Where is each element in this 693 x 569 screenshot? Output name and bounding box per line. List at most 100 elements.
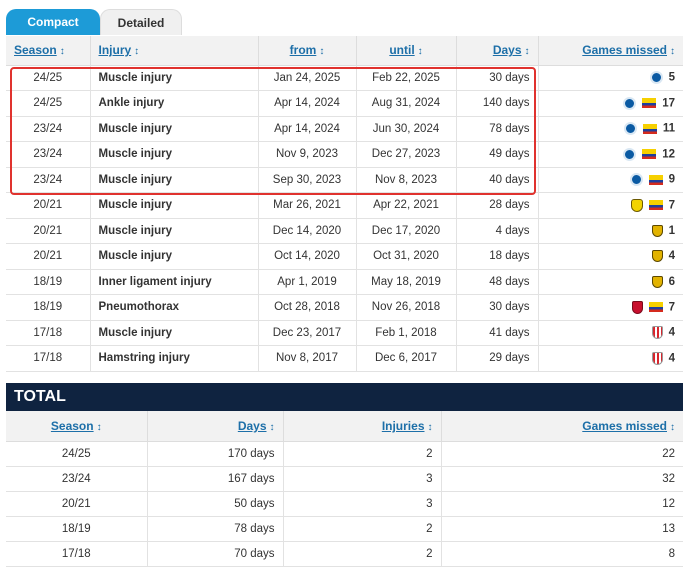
injury-type: Muscle injury xyxy=(90,243,259,270)
villa2-crest-icon[interactable] xyxy=(651,224,663,237)
games-missed-count: 4 xyxy=(668,326,675,339)
brighton-crest-icon[interactable] xyxy=(623,147,637,161)
villarreal-crest-icon[interactable] xyxy=(630,198,643,212)
ecuador-crest-icon[interactable] xyxy=(648,174,663,185)
total-injuries: 2 xyxy=(283,441,442,467)
injury-row: 20/21 Muscle injury Mar 26, 2021 Apr 22, 20… xyxy=(6,192,683,219)
total-injuries: 3 xyxy=(283,466,442,492)
injury-days: 28 days xyxy=(456,192,539,219)
total-section-title: TOTAL xyxy=(6,383,683,411)
injury-until-date: Dec 17, 2020 xyxy=(356,218,457,244)
injury-until-date: May 18, 2019 xyxy=(356,269,457,295)
injury-type: Pneumothorax xyxy=(90,294,259,321)
sort-injury[interactable]: Injury ↕ xyxy=(90,36,259,66)
total-games-missed: 22 xyxy=(441,441,683,467)
total-header-games-missed-label: Games missed xyxy=(582,418,667,433)
injury-games-missed-cell: 6 xyxy=(538,269,683,295)
injury-season: 18/19 xyxy=(6,294,91,321)
total-row: 20/21 50 days 3 12 xyxy=(6,491,683,517)
injury-days: 49 days xyxy=(456,141,539,168)
brighton-crest-icon[interactable] xyxy=(629,173,643,187)
total-sort-games-missed[interactable]: Games missed ↕ xyxy=(441,411,683,442)
total-days: 50 days xyxy=(147,491,284,517)
ecuador-crest-icon[interactable] xyxy=(648,302,663,313)
sort-icon: ↕ xyxy=(59,46,65,58)
injury-row: 17/18 Muscle injury Dec 23, 2017 Feb 1, 201… xyxy=(6,320,683,346)
almeria-crest-icon[interactable] xyxy=(651,326,663,340)
injury-from-date: Nov 9, 2023 xyxy=(258,141,357,168)
ecuador-crest-icon[interactable] xyxy=(642,149,657,160)
games-missed-count: 12 xyxy=(662,148,675,161)
ecuador-crest-icon[interactable] xyxy=(648,200,663,211)
injury-days: 41 days xyxy=(456,320,539,346)
brighton-crest-icon[interactable] xyxy=(623,96,637,110)
sort-icon: ↕ xyxy=(427,421,433,433)
injury-games-missed-cell: 4 xyxy=(538,320,683,346)
games-missed-count: 7 xyxy=(668,199,675,212)
injury-games-missed-cell: 1 xyxy=(538,218,683,244)
injury-days: 48 days xyxy=(456,269,539,295)
total-sort-days[interactable]: Days ↕ xyxy=(147,411,284,442)
injury-type: Hamstring injury xyxy=(90,345,259,372)
injury-season: 23/24 xyxy=(6,141,91,168)
tab-compact[interactable]: Compact xyxy=(6,9,100,35)
villa2-crest-icon[interactable] xyxy=(651,275,663,288)
almeria-crest-icon[interactable] xyxy=(651,351,663,365)
injury-row: 17/18 Hamstring injury Nov 8, 2017 Dec 6, 2… xyxy=(6,345,683,372)
games-missed-count: 17 xyxy=(662,97,675,110)
total-season: 17/18 xyxy=(6,541,148,567)
injury-type: Inner ligament injury xyxy=(90,269,259,295)
injury-days: 30 days xyxy=(456,294,539,321)
injury-until-date: Apr 22, 2021 xyxy=(356,192,457,219)
injury-type: Muscle injury xyxy=(90,141,259,168)
sort-days[interactable]: Days ↕ xyxy=(456,36,539,66)
injury-season: 24/25 xyxy=(6,90,91,117)
sort-from[interactable]: from ↕ xyxy=(258,36,357,66)
total-games-missed: 12 xyxy=(441,491,683,517)
injury-season: 23/24 xyxy=(6,116,91,142)
sort-icon: ↕ xyxy=(524,46,530,58)
injury-days: 18 days xyxy=(456,243,539,270)
brighton-crest-icon[interactable] xyxy=(623,122,637,136)
total-games-missed: 32 xyxy=(441,466,683,492)
injury-season: 18/19 xyxy=(6,269,91,295)
games-missed-count: 5 xyxy=(668,71,675,84)
injury-until-date: Oct 31, 2020 xyxy=(356,243,457,270)
total-sort-season[interactable]: Season ↕ xyxy=(6,411,148,442)
villa2-crest-icon[interactable] xyxy=(651,250,663,263)
mallorca-crest-icon[interactable] xyxy=(631,300,643,314)
sort-icon: ↕ xyxy=(269,421,275,433)
injury-season: 20/21 xyxy=(6,243,91,270)
sort-season[interactable]: Season ↕ xyxy=(6,36,91,66)
injury-from-date: Mar 26, 2021 xyxy=(258,192,357,219)
ecuador-crest-icon[interactable] xyxy=(642,98,657,109)
injury-days: 78 days xyxy=(456,116,539,142)
injury-history-table: Season ↕ Injury ↕ from ↕ until ↕ Days ↕ Games… xyxy=(6,36,683,372)
total-row: 18/19 78 days 2 13 xyxy=(6,516,683,542)
injury-season: 23/24 xyxy=(6,167,91,193)
injury-until-date: Nov 26, 2018 xyxy=(356,294,457,321)
view-tabs: Compact Detailed xyxy=(6,9,680,37)
injury-season: 20/21 xyxy=(6,192,91,219)
total-injuries: 2 xyxy=(283,516,442,542)
brighton-crest-icon[interactable] xyxy=(649,71,663,85)
sort-games-missed[interactable]: Games missed ↕ xyxy=(538,36,683,66)
total-sort-injuries[interactable]: Injuries ↕ xyxy=(283,411,442,442)
ecuador-crest-icon[interactable] xyxy=(642,123,657,134)
header-from-label: from xyxy=(289,43,317,58)
sort-until[interactable]: until ↕ xyxy=(356,36,457,66)
total-injuries: 2 xyxy=(283,541,442,567)
injury-until-date: Jun 30, 2024 xyxy=(356,116,457,142)
injury-row: 20/21 Muscle injury Oct 14, 2020 Oct 31, 20… xyxy=(6,243,683,270)
injury-season: 17/18 xyxy=(6,345,91,372)
tab-detailed[interactable]: Detailed xyxy=(100,9,182,35)
header-days-label: Days xyxy=(492,43,522,58)
injury-games-missed-cell: 7 xyxy=(538,192,683,219)
injury-from-date: Sep 30, 2023 xyxy=(258,167,357,193)
injury-games-missed-cell: 4 xyxy=(538,345,683,372)
total-header-season-label: Season xyxy=(50,418,94,433)
total-season: 24/25 xyxy=(6,441,148,467)
injury-games-missed-cell: 7 xyxy=(538,294,683,321)
injury-days: 30 days xyxy=(456,65,539,91)
injury-from-date: Apr 14, 2024 xyxy=(258,90,357,117)
